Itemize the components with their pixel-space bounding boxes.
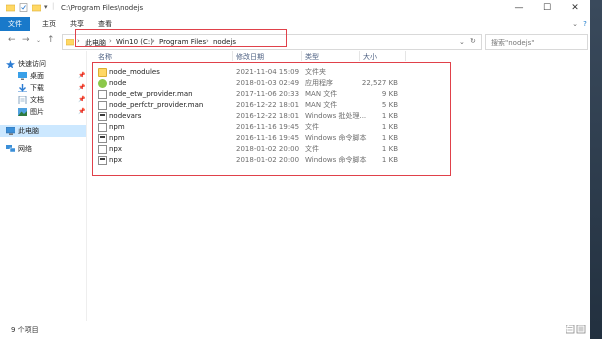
- new-folder-icon[interactable]: [31, 3, 42, 12]
- maximize-button[interactable]: ☐: [533, 0, 561, 17]
- pin-icon: 📌: [78, 84, 86, 91]
- pin-icon: 📌: [78, 108, 86, 115]
- folder-icon: [66, 39, 74, 46]
- sidebar-item-this-pc[interactable]: 此电脑: [0, 125, 86, 137]
- column-header-size[interactable]: 大小: [363, 52, 377, 62]
- sidebar-item-downloads[interactable]: 下载 📌: [0, 82, 86, 94]
- column-header-name[interactable]: 名称: [98, 52, 112, 62]
- watermark: @稀土掘金技术社区: [464, 317, 573, 331]
- column-separator[interactable]: [359, 51, 360, 61]
- address-dropdown-icon[interactable]: ⌄: [459, 38, 465, 46]
- sidebar-item-network[interactable]: 网络: [0, 143, 86, 155]
- sidebar-item-desktop[interactable]: 桌面 📌: [0, 70, 86, 82]
- close-button[interactable]: ✕: [561, 0, 589, 17]
- expand-ribbon-icon[interactable]: ⌄: [570, 17, 580, 31]
- navigation-pane: 快速访问 桌面 📌 下载 📌 文档 📌 图片 📌 此电脑 网络: [0, 51, 87, 321]
- title-bar: ▾ | C:\Program Files\nodejs — ☐ ✕: [0, 0, 590, 17]
- documents-icon: [18, 96, 27, 104]
- column-separator[interactable]: [301, 51, 302, 61]
- sidebar-item-documents[interactable]: 文档 📌: [0, 94, 86, 106]
- pin-icon: 📌: [78, 96, 86, 103]
- forward-arrow-icon[interactable]: →: [22, 35, 30, 45]
- sidebar-item-quick-access[interactable]: 快速访问: [0, 58, 86, 70]
- desktop-background: [590, 0, 602, 339]
- minimize-button[interactable]: —: [505, 0, 533, 17]
- up-arrow-icon[interactable]: ↑: [47, 35, 55, 45]
- back-arrow-icon[interactable]: ←: [8, 35, 16, 45]
- sidebar-item-label: 文档: [30, 96, 44, 104]
- sidebar-item-label: 下载: [30, 84, 44, 92]
- column-header-date[interactable]: 修改日期: [236, 52, 264, 62]
- sidebar-item-label: 网络: [18, 145, 32, 153]
- window-title: C:\Program Files\nodejs: [61, 4, 144, 12]
- sidebar-item-label: 图片: [30, 108, 44, 116]
- recent-locations-icon[interactable]: ⌄: [36, 37, 41, 44]
- sidebar-item-label: 此电脑: [18, 127, 39, 135]
- tab-home[interactable]: 主页: [38, 17, 60, 31]
- sidebar-item-label: 快速访问: [18, 60, 46, 68]
- help-icon[interactable]: ?: [580, 17, 590, 31]
- item-count: 9 个项目: [11, 326, 39, 334]
- column-separator[interactable]: [405, 51, 406, 61]
- explorer-window: ▾ | C:\Program Files\nodejs — ☐ ✕ 文件 主页 …: [0, 0, 591, 339]
- pin-icon: 📌: [78, 72, 86, 79]
- column-header-type[interactable]: 类型: [305, 52, 319, 62]
- tab-file[interactable]: 文件: [0, 17, 30, 31]
- breadcrumb-highlight: [75, 29, 287, 47]
- download-icon: [18, 84, 27, 92]
- title-separator: |: [52, 2, 55, 10]
- folder-icon: [5, 3, 16, 12]
- sidebar-item-pictures[interactable]: 图片 📌: [0, 106, 86, 118]
- star-icon: [6, 60, 15, 68]
- computer-icon: [6, 127, 15, 135]
- desktop-icon: [18, 72, 27, 80]
- search-input[interactable]: 搜索"nodejs": [485, 34, 588, 50]
- properties-icon[interactable]: [19, 3, 28, 12]
- sidebar-item-label: 桌面: [30, 72, 44, 80]
- pictures-icon: [18, 108, 27, 116]
- search-placeholder: 搜索"nodejs": [491, 39, 535, 47]
- refresh-icon[interactable]: ↻: [470, 37, 476, 45]
- file-list-highlight: [92, 62, 451, 176]
- network-icon: [6, 145, 15, 153]
- column-separator[interactable]: [232, 51, 233, 61]
